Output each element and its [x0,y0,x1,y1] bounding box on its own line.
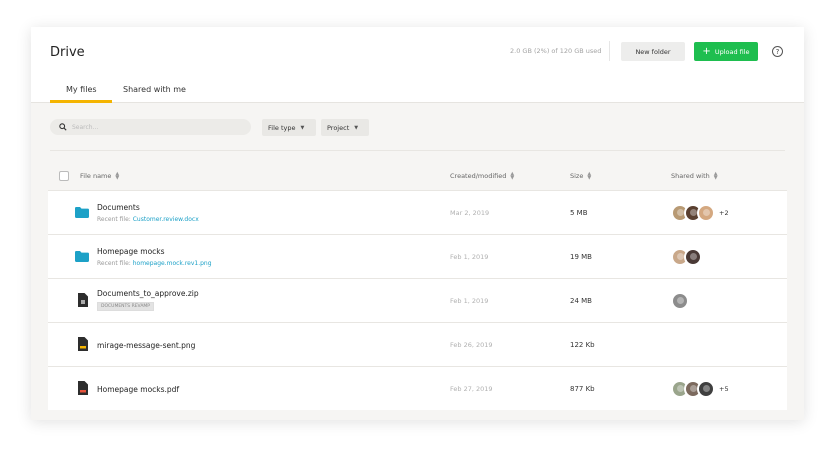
file-name[interactable]: Documents [97,203,140,212]
file-size: 877 Kb [570,385,595,393]
search-placeholder: Search... [72,123,99,131]
modified-date: Feb 27, 2019 [450,385,493,393]
select-all-checkbox[interactable] [59,171,69,181]
column-label: Shared with [671,172,710,180]
table-row[interactable]: Documents_to_approve.zip DOCUMENTS REVAM… [48,278,787,322]
column-shared-with[interactable]: Shared with ▲ ▼ [671,171,718,181]
image-file-icon [78,337,88,351]
modified-date: Feb 26, 2019 [450,341,493,349]
folder-icon [75,251,89,262]
new-folder-button[interactable]: New folder [621,42,685,61]
pdf-file-icon [78,381,88,395]
recent-file-prefix: Recent file: [97,216,133,223]
sort-icon: ▲ ▼ [510,171,515,181]
caret-down-icon: ▼ [300,124,305,131]
page-title: Drive [50,45,85,60]
modified-date: Feb 1, 2019 [450,297,489,305]
divider [609,41,610,61]
table-row[interactable]: Documents Recent file: Customer.review.d… [48,190,787,234]
shared-with-avatars[interactable]: +2 [671,204,729,222]
files-table: File name ▲ ▼ Created/modified ▲ ▼ Size ▲ ▼… [48,166,787,410]
recent-file: Recent file: Customer.review.docx [97,216,199,223]
column-created-modified[interactable]: Created/modified ▲ ▼ [450,171,515,181]
recent-file-link[interactable]: homepage.mock.rev1.png [133,260,212,267]
table-row[interactable]: mirage-message-sent.png Feb 26, 2019 122… [48,322,787,366]
tab-my-files[interactable]: My files [66,85,97,94]
column-label: File name [80,172,112,180]
active-tab-indicator [50,100,112,103]
recent-file-link[interactable]: Customer.review.docx [133,216,199,223]
file-size: 24 MB [570,297,592,305]
avatar[interactable] [697,380,715,398]
table-header: File name ▲ ▼ Created/modified ▲ ▼ Size ▲ ▼… [48,166,787,190]
tab-shared-with-me[interactable]: Shared with me [123,85,186,94]
sort-icon: ▲ ▼ [115,171,120,181]
divider [50,150,785,151]
modified-date: Feb 1, 2019 [450,253,489,261]
modified-date: Mar 2, 2019 [450,209,490,217]
avatar[interactable] [671,292,689,310]
sort-icon: ▲ ▼ [587,171,592,181]
table-row[interactable]: Homepage mocks Recent file: homepage.moc… [48,234,787,278]
column-file-name[interactable]: File name ▲ ▼ [80,171,120,181]
upload-file-label: Upload file [714,47,750,56]
column-size[interactable]: Size ▲ ▼ [570,171,592,181]
upload-file-button[interactable]: + Upload file [694,42,758,61]
table-row[interactable]: Homepage mocks.pdf Feb 27, 2019 877 Kb +… [48,366,787,410]
file-type-filter-label: File type [268,123,296,132]
recent-file: Recent file: homepage.mock.rev1.png [97,260,212,267]
search-icon [59,123,67,131]
column-label: Created/modified [450,172,507,180]
file-name[interactable]: mirage-message-sent.png [97,341,195,350]
project-filter-label: Project [327,123,350,132]
caret-down-icon: ▼ [354,124,359,131]
storage-usage: 2.0 GB (2%) of 120 GB used [510,47,602,55]
project-tag[interactable]: DOCUMENTS REVAMP [97,302,155,311]
drive-window: Drive 2.0 GB (2%) of 120 GB used New fol… [31,27,804,420]
plus-icon: + [702,45,711,57]
more-users-count[interactable]: +5 [719,385,729,393]
shared-with-avatars[interactable] [671,292,689,310]
recent-file-prefix: Recent file: [97,260,133,267]
help-circle-icon[interactable]: ? [772,46,783,57]
file-name[interactable]: Documents_to_approve.zip [97,289,199,298]
file-size: 122 Kb [570,341,595,349]
avatar[interactable] [684,248,702,266]
project-filter[interactable]: Project ▼ [321,119,369,136]
avatar[interactable] [697,204,715,222]
shared-with-avatars[interactable]: +5 [671,380,729,398]
file-name[interactable]: Homepage mocks.pdf [97,385,179,394]
file-name[interactable]: Homepage mocks [97,247,165,256]
file-size: 5 MB [570,209,588,217]
folder-icon [75,207,89,218]
column-label: Size [570,172,584,180]
shared-with-avatars[interactable] [671,248,702,266]
sort-icon: ▲ ▼ [713,171,718,181]
file-size: 19 MB [570,253,592,261]
file-type-filter[interactable]: File type ▼ [262,119,316,136]
header: Drive 2.0 GB (2%) of 120 GB used New fol… [31,27,804,103]
search-input[interactable]: Search... [50,119,251,135]
zip-file-icon [78,293,88,307]
more-users-count[interactable]: +2 [719,209,729,217]
